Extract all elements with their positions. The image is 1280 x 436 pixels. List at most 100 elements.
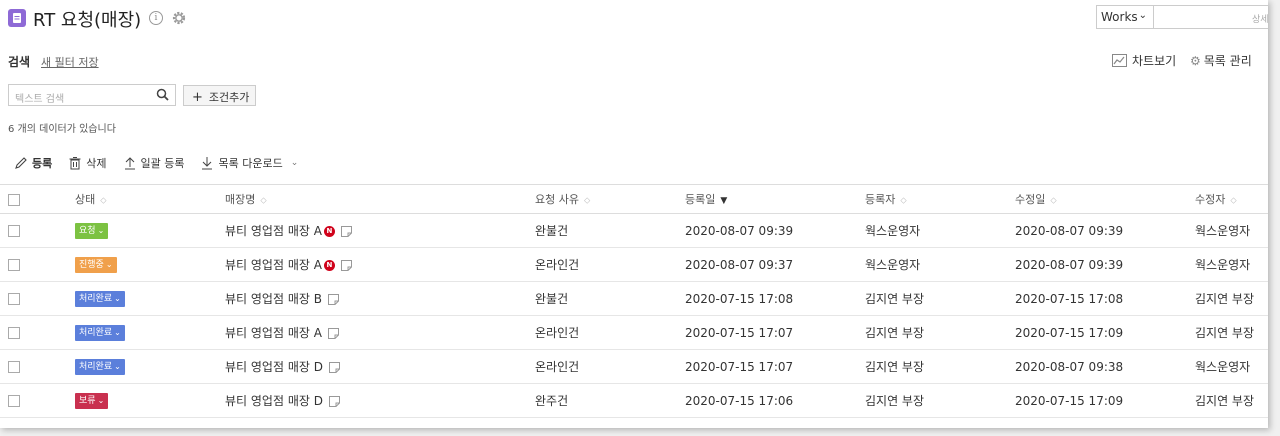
table-header-row: 상태 ⬦ 매장명 ⬦ 요청 사유 ⬦ 등록일 ▼ 등록자 ⬦ 수정일 ⬦ 수정자 ⬦ bbox=[0, 184, 1268, 214]
reason-cell: 온라인건 bbox=[535, 349, 685, 384]
register-button[interactable]: 등록 bbox=[14, 155, 52, 171]
add-condition-button[interactable]: + 조건추가 bbox=[183, 85, 256, 106]
row-checkbox[interactable] bbox=[8, 327, 20, 339]
registrant-cell: 웍스운영자 bbox=[865, 213, 1015, 248]
memo-icon[interactable] bbox=[327, 294, 339, 305]
status-label: 처리완료 bbox=[79, 328, 113, 338]
status-label: 진행중 bbox=[79, 260, 104, 270]
settings-icon: ⚙ bbox=[1190, 53, 1201, 68]
memo-icon[interactable] bbox=[328, 362, 340, 373]
reason-cell: 완불건 bbox=[535, 281, 685, 316]
status-badge[interactable]: 보류 ⌄ bbox=[75, 393, 109, 409]
toolbar: 등록 삭제 일괄 등록 목록 다운로드 ⌄ bbox=[14, 154, 314, 172]
status-badge[interactable]: 처리완료 ⌄ bbox=[75, 291, 125, 307]
search-label: 검색 bbox=[8, 55, 31, 69]
chevron-down-icon: ⌄ bbox=[1138, 10, 1147, 21]
sort-desc-icon: ▼ bbox=[720, 196, 728, 206]
reason-cell: 완불건 bbox=[535, 213, 685, 248]
select-all-checkbox[interactable] bbox=[8, 193, 20, 206]
sort-icon: ⬦ bbox=[260, 196, 267, 206]
memo-icon[interactable] bbox=[328, 396, 340, 407]
sort-icon: ⬦ bbox=[900, 196, 907, 206]
store-name[interactable]: 뷰티 영업점 매장 D bbox=[225, 360, 323, 374]
memo-icon[interactable] bbox=[327, 328, 339, 339]
chevron-down-icon[interactable]: ⌄ bbox=[291, 158, 299, 168]
column-header-modifier[interactable]: 수정자 ⬦ bbox=[1195, 184, 1268, 214]
new-filter-link[interactable]: 새 필터 저장 bbox=[41, 54, 99, 70]
trash-icon bbox=[69, 157, 81, 170]
reg-date-cell: 2020-08-07 09:37 bbox=[685, 247, 865, 282]
table-row[interactable]: 보류 ⌄ 뷰티 영업점 매장 D 완주건 2020-07-15 17:06 김지연 부장 2… bbox=[0, 383, 1268, 418]
chart-view-button[interactable]: 차트보기 bbox=[1112, 52, 1176, 69]
status-badge[interactable]: 처리완료 ⌄ bbox=[75, 325, 125, 341]
row-checkbox[interactable] bbox=[8, 361, 20, 373]
pencil-icon bbox=[15, 157, 27, 169]
mod-date-cell: 2020-08-07 09:39 bbox=[1015, 213, 1195, 248]
column-header-status[interactable]: 상태 ⬦ bbox=[75, 184, 225, 214]
column-header-mod-date[interactable]: 수정일 ⬦ bbox=[1015, 184, 1195, 214]
store-name[interactable]: 뷰티 영업점 매장 A bbox=[225, 258, 322, 272]
column-header-store[interactable]: 매장명 ⬦ bbox=[225, 184, 535, 214]
text-search-input[interactable]: 텍스트 검색 bbox=[8, 84, 176, 106]
store-name[interactable]: 뷰티 영업점 매장 B bbox=[225, 292, 322, 306]
result-count: 6 개의 데이터가 있습니다 bbox=[8, 124, 116, 135]
table-row[interactable]: 처리완료 ⌄ 뷰티 영업점 매장 D 온라인건 2020-07-15 17:07 김지연 … bbox=[0, 349, 1268, 384]
row-checkbox[interactable] bbox=[8, 259, 20, 271]
registrant-cell: 웍스운영자 bbox=[865, 247, 1015, 282]
bulk-register-button[interactable]: 일괄 등록 bbox=[123, 155, 184, 171]
memo-icon[interactable] bbox=[340, 260, 352, 271]
table-row[interactable]: 진행중 ⌄ 뷰티 영업점 매장 A N 온라인건 2020-08-07 09:37 웍스운영… bbox=[0, 247, 1268, 282]
store-name[interactable]: 뷰티 영업점 매장 D bbox=[225, 394, 323, 408]
store-name[interactable]: 뷰티 영업점 매장 A bbox=[225, 326, 322, 340]
download-icon bbox=[202, 157, 213, 170]
column-header-label: 상태 bbox=[75, 193, 96, 206]
row-checkbox[interactable] bbox=[8, 293, 20, 305]
sort-icon: ⬦ bbox=[1050, 196, 1057, 206]
registrant-cell: 김지연 부장 bbox=[865, 349, 1015, 384]
registrant-cell: 김지연 부장 bbox=[865, 315, 1015, 350]
status-badge[interactable]: 진행중 ⌄ bbox=[75, 257, 117, 273]
table-row[interactable]: 처리완료 ⌄ 뷰티 영업점 매장 A 온라인건 2020-07-15 17:07 김지연 … bbox=[0, 315, 1268, 350]
status-badge[interactable]: 처리완료 ⌄ bbox=[75, 359, 125, 375]
modifier-cell: 김지연 부장 bbox=[1195, 315, 1268, 350]
column-header-registrant[interactable]: 등록자 ⬦ bbox=[865, 184, 1015, 214]
list-manage-label: 목록 관리 bbox=[1203, 54, 1252, 68]
reason-cell: 완주건 bbox=[535, 383, 685, 418]
search-icon[interactable] bbox=[156, 88, 169, 101]
gear-icon[interactable] bbox=[171, 10, 187, 26]
register-label: 등록 bbox=[32, 157, 53, 170]
top-search-input[interactable]: 상세 bbox=[1154, 5, 1268, 29]
status-label: 처리완료 bbox=[79, 362, 113, 372]
list-manage-button[interactable]: ⚙ 목록 관리 bbox=[1190, 52, 1252, 69]
column-header-reason[interactable]: 요청 사유 ⬦ bbox=[535, 184, 685, 214]
row-checkbox[interactable] bbox=[8, 225, 20, 237]
reg-date-cell: 2020-07-15 17:08 bbox=[685, 281, 865, 316]
info-icon[interactable]: i bbox=[149, 11, 163, 25]
modifier-cell: 김지연 부장 bbox=[1195, 281, 1268, 316]
table-row[interactable]: 요청 ⌄ 뷰티 영업점 매장 A N 완불건 2020-08-07 09:39 웍스운영자 2… bbox=[0, 213, 1268, 248]
memo-icon[interactable] bbox=[340, 226, 352, 237]
column-header-reg-date[interactable]: 등록일 ▼ bbox=[685, 184, 865, 214]
chevron-down-icon: ⌄ bbox=[114, 294, 121, 303]
row-checkbox[interactable] bbox=[8, 395, 20, 407]
chevron-down-icon: ⌄ bbox=[105, 260, 113, 269]
store-name[interactable]: 뷰티 영업점 매장 A bbox=[225, 224, 322, 238]
reason-cell: 온라인건 bbox=[535, 247, 685, 282]
modifier-cell: 웍스운영자 bbox=[1195, 247, 1268, 282]
modifier-cell: 웍스운영자 bbox=[1195, 213, 1268, 248]
delete-label: 삭제 bbox=[86, 157, 107, 170]
reg-date-cell: 2020-07-15 17:07 bbox=[685, 349, 865, 384]
modifier-cell: 김지연 부장 bbox=[1195, 383, 1268, 418]
top-search-placeholder: 상세 bbox=[1252, 15, 1268, 25]
delete-button[interactable]: 삭제 bbox=[68, 155, 107, 171]
modifier-cell: 웍스운영자 bbox=[1195, 349, 1268, 384]
works-select[interactable]: Works ⌄ bbox=[1096, 5, 1154, 29]
app-document-icon bbox=[8, 9, 26, 27]
mod-date-cell: 2020-08-07 09:39 bbox=[1015, 247, 1195, 282]
table-row[interactable]: 처리완료 ⌄ 뷰티 영업점 매장 B 완불건 2020-07-15 17:08 김지연 부… bbox=[0, 281, 1268, 316]
download-list-button[interactable]: 목록 다운로드 ⌄ bbox=[200, 155, 298, 171]
status-badge[interactable]: 요청 ⌄ bbox=[75, 223, 109, 239]
text-search-placeholder: 텍스트 검색 bbox=[15, 94, 65, 105]
main-panel: RT 요청(매장) i Works ⌄ 상세 검색 새 필터 저장 차트보기 ⚙… bbox=[0, 0, 1268, 428]
status-label: 처리완료 bbox=[79, 294, 113, 304]
